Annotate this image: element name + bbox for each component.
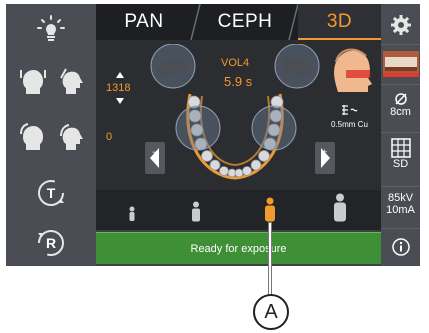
patient-head-front-button[interactable] [16, 64, 50, 98]
patient-head-front-icon [20, 70, 46, 94]
filter-label: 0.5mm Cu [331, 120, 368, 129]
head-support-side-button[interactable] [55, 120, 89, 154]
exposure-time: 5.9 s [224, 74, 253, 89]
fov-diameter-value: 8cm [390, 106, 411, 118]
r-button[interactable]: R [34, 226, 68, 260]
tab-ceph[interactable]: CEPH [200, 4, 290, 40]
right-bar-divider [381, 228, 420, 229]
tab-ceph-label: CEPH [217, 11, 273, 32]
tab-3d[interactable]: 3D [298, 4, 381, 40]
resolution-button[interactable]: SD [381, 138, 420, 182]
patient-child-small-icon[interactable] [128, 206, 136, 222]
gear-icon [390, 15, 411, 35]
right-bar-divider [381, 84, 420, 85]
status-text: Ready for exposure [190, 242, 287, 255]
fov-diameter-button[interactable]: 8cm [381, 92, 420, 128]
grid-icon [390, 138, 411, 158]
callout-line [269, 223, 271, 295]
patient-head-icon [334, 48, 372, 92]
t-button-label: T [46, 185, 56, 201]
diameter-icon [394, 93, 407, 105]
exposure-values-button[interactable]: 85kV 10mA [381, 192, 420, 222]
arch-preview-button[interactable] [381, 48, 420, 80]
height-value: 1318 [106, 82, 131, 94]
patient-head-side-icon [60, 68, 83, 94]
t-button[interactable]: T [34, 176, 68, 210]
plus-icon: + [322, 147, 328, 157]
patient-adult-large-icon[interactable] [332, 193, 348, 223]
tab-pan-label: PAN [124, 11, 164, 32]
callout-letter: A [264, 300, 278, 323]
ma-value: 10mA [386, 204, 415, 216]
r-button-label: R [45, 235, 57, 251]
right-bar-divider [381, 44, 420, 45]
kv-value: 85kV [387, 192, 414, 204]
resolution-value: SD [392, 158, 409, 170]
info-button[interactable] [381, 234, 420, 260]
height-down-arrow-icon[interactable] [114, 96, 126, 106]
filter-icon [342, 105, 358, 115]
minus-icon: − [152, 147, 158, 157]
callout-label: A [253, 294, 289, 330]
volume-label: VOL4 [221, 57, 250, 69]
right-bar-divider [381, 186, 420, 187]
light-bulb-icon [37, 15, 65, 41]
head-support-front-icon [20, 123, 43, 150]
mode-tabs: PAN CEPH 3D [96, 4, 381, 40]
patient-child-icon[interactable] [190, 201, 202, 223]
vertical-offset-value: 0 [106, 131, 113, 143]
right-bar-divider [381, 132, 420, 133]
info-icon [391, 238, 410, 256]
settings-button[interactable] [381, 10, 420, 40]
height-up-arrow-icon[interactable] [114, 70, 126, 80]
head-support-front-button[interactable] [16, 120, 50, 154]
tab-pan[interactable]: PAN [96, 4, 192, 40]
light-bulb-button[interactable] [33, 14, 69, 44]
patient-head-side-button[interactable] [55, 64, 89, 98]
patient-adult-medium-icon[interactable] [263, 197, 277, 223]
left-toolbar: T R [6, 4, 96, 266]
tab-3d-label: 3D [326, 11, 353, 32]
status-bar: Ready for exposure [96, 232, 381, 264]
teeth-preview-icon [382, 51, 419, 77]
head-support-side-icon [60, 124, 83, 150]
